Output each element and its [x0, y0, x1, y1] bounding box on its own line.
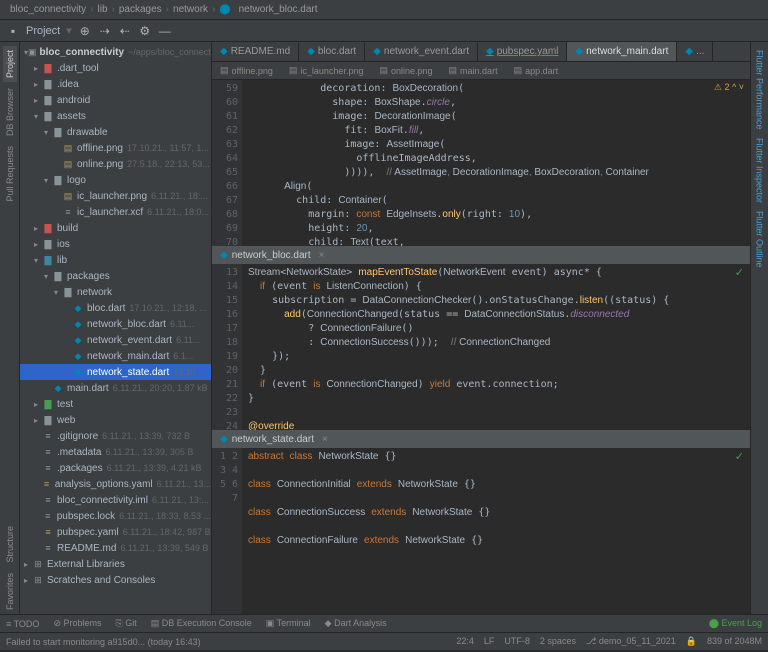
tree-item[interactable]: ◆main.dart6.11.21., 20:20, 1.87 kB [20, 380, 211, 396]
tree-item[interactable]: ▸▇.dart_tool [20, 60, 211, 76]
tree-item[interactable]: ▾▇network [20, 284, 211, 300]
project-panel: ▾▣bloc_connectivity~/apps/bloc_connectiv… [20, 42, 212, 614]
editor-tab[interactable]: ◆pubspec.yaml [478, 42, 567, 62]
code-pane-2[interactable]: Stream<NetworkState> mapEventToState(Net… [242, 264, 750, 430]
gutter-1: 59 60 61 62 63 64 65 66 67 68 69 70 71 [212, 80, 242, 246]
tree-item[interactable]: ≡pubspec.yaml6.11.21., 18:42, 987 B [20, 524, 211, 540]
tree-item[interactable]: ≡.metadata6.11.21., 13:39, 305 B [20, 444, 211, 460]
tree-item[interactable]: ▸▇build [20, 220, 211, 236]
editor-tab[interactable]: ◆network_main.dart [567, 42, 677, 62]
project-dropdown[interactable]: ▪ [6, 24, 20, 38]
event-log[interactable]: ⬤ Event Log [709, 618, 762, 629]
tree-item[interactable]: ≡ic_launcher.xcf6.11.21., 18:0... [20, 204, 211, 220]
project-toolbar: ▪ Project ▾ ⊕ ⇢ ⇠ ⚙ — [0, 20, 768, 42]
tab-db-browser[interactable]: DB Browser [3, 84, 17, 140]
tool-terminal[interactable]: ▣ Terminal [266, 618, 311, 629]
line-ending[interactable]: LF [484, 636, 495, 647]
tree-item[interactable]: ▾▇assets [20, 108, 211, 124]
tab-favorites[interactable]: Favorites [3, 569, 17, 614]
tree-item[interactable]: ◆network_event.dart6.11... [20, 332, 211, 348]
tree-item[interactable]: ▸▇test [20, 396, 211, 412]
right-sidebar: Flutter Performance Flutter Inspector Fl… [750, 42, 768, 614]
editor-tab[interactable]: ◆network_event.dart [365, 42, 478, 62]
tree-item[interactable]: ▸⊞External Libraries [20, 556, 211, 572]
tree-item[interactable]: ≡README.md6.11.21., 13:39, 549 B [20, 540, 211, 556]
editor-tabs[interactable]: ◆README.md◆bloc.dart◆network_event.dart◆… [212, 42, 750, 62]
encoding[interactable]: UTF-8 [504, 636, 530, 647]
settings-icon[interactable]: ⚙ [138, 24, 152, 38]
editor-subtab[interactable]: ▤main.dart [441, 65, 506, 76]
left-sidebar: Project DB Browser Pull Requests Structu… [0, 42, 20, 614]
expand-icon[interactable]: ⇢ [98, 24, 112, 38]
memory[interactable]: 839 of 2048M [707, 636, 762, 647]
select-opened-icon[interactable]: ⊕ [78, 24, 92, 38]
tree-item[interactable]: ▸▇ios [20, 236, 211, 252]
caret-pos[interactable]: 22:4 [456, 636, 474, 647]
status-bar: Failed to start monitoring a915d0... (to… [0, 632, 768, 650]
tab-flutter-outline[interactable]: Flutter Outline [753, 207, 767, 272]
tree-item[interactable]: ◆network_bloc.dart6.11... [20, 316, 211, 332]
tree-item[interactable]: ▾▇lib [20, 252, 211, 268]
status-message: Failed to start monitoring a915d0... (to… [6, 637, 201, 647]
split-tab-2[interactable]: ◆network_bloc.dart× [212, 246, 750, 264]
code-pane-3[interactable]: abstract class NetworkState {} class Con… [242, 448, 750, 614]
tree-item[interactable]: ◆network_main.dart6.1... [20, 348, 211, 364]
analysis-ok-icon: ✓ [735, 450, 744, 463]
gutter-2: 13 14 15 16 17 18 19 20 21 22 23 24 25 2… [212, 264, 242, 430]
editor-subtab[interactable]: ▤offline.png [212, 65, 281, 76]
split-tab-3[interactable]: ◆network_state.dart× [212, 430, 750, 448]
tree-item[interactable]: ▤online.png27.5.18., 22:13, 53... [20, 156, 211, 172]
warnings-badge[interactable]: ⚠ 2 ^ ˅ [714, 82, 744, 93]
tree-item[interactable]: ▤ic_launcher.png6.11.21., 18:... [20, 188, 211, 204]
tree-item[interactable]: ◆network_state.dart17.10... [20, 364, 211, 380]
project-label[interactable]: Project [26, 25, 60, 37]
tree-item[interactable]: ▾▇logo [20, 172, 211, 188]
editor-tab[interactable]: ◆bloc.dart [299, 42, 365, 62]
tab-project[interactable]: Project [3, 46, 17, 82]
tree-item[interactable]: ≡.gitignore6.11.21., 13:39, 732 B [20, 428, 211, 444]
code-pane-1[interactable]: decoration: BoxDecoration( shape: BoxSha… [242, 80, 750, 246]
tab-structure[interactable]: Structure [3, 522, 17, 567]
tree-item[interactable]: ▸▇.idea [20, 76, 211, 92]
tree-root[interactable]: ▾▣bloc_connectivity~/apps/bloc_connectiv… [20, 44, 211, 60]
tab-pull-requests[interactable]: Pull Requests [3, 142, 17, 206]
tool-todo[interactable]: ≡ TODO [6, 619, 39, 629]
indent[interactable]: 2 spaces [540, 636, 576, 647]
toolwindow-bar: ≡ TODO ⊘ Problems ⎘ Git ▤ DB Execution C… [0, 614, 768, 632]
tab-flutter-perf[interactable]: Flutter Performance [753, 46, 767, 134]
editor-area: ◆README.md◆bloc.dart◆network_event.dart◆… [212, 42, 750, 614]
tree-item[interactable]: ◆bloc.dart17.10.21., 12:18, ... [20, 300, 211, 316]
lock-icon[interactable]: 🔒 [686, 636, 697, 647]
hide-icon[interactable]: — [158, 24, 172, 38]
tree-item[interactable]: ≡bloc_connectivity.iml6.11.21., 13:... [20, 492, 211, 508]
tree-item[interactable]: ▾▇drawable [20, 124, 211, 140]
tree-item[interactable]: ▸▇android [20, 92, 211, 108]
editor-tab[interactable]: ◆... [677, 42, 713, 62]
tool-db[interactable]: ▤ DB Execution Console [151, 618, 252, 629]
tool-dart[interactable]: ◆ Dart Analysis [325, 618, 387, 629]
git-branch[interactable]: ⎇ demo_05_11_2021 [586, 636, 676, 647]
tool-problems[interactable]: ⊘ Problems [53, 618, 101, 629]
tree-item[interactable]: ▤offline.png17.10.21., 11:57, 1... [20, 140, 211, 156]
tool-git[interactable]: ⎘ Git [116, 618, 137, 629]
analysis-ok-icon: ✓ [735, 266, 744, 279]
tree-item[interactable]: ▾▇packages [20, 268, 211, 284]
tree-item[interactable]: ≡.packages6.11.21., 13:39, 4.21 kB [20, 460, 211, 476]
collapse-icon[interactable]: ⇠ [118, 24, 132, 38]
project-tree[interactable]: ▾▣bloc_connectivity~/apps/bloc_connectiv… [20, 42, 211, 614]
tab-flutter-inspector[interactable]: Flutter Inspector [753, 134, 767, 207]
editor-subtab[interactable]: ▤online.png [371, 65, 440, 76]
tree-item[interactable]: ▸⊞Scratches and Consoles [20, 572, 211, 588]
breadcrumb-bar: bloc_connectivity› lib› packages› networ… [0, 0, 768, 20]
editor-tab[interactable]: ◆README.md [212, 42, 299, 62]
tree-item[interactable]: ≡pubspec.lock6.11.21., 18:33, 8.53 ... [20, 508, 211, 524]
editor-subtabs[interactable]: ▤offline.png▤ic_launcher.png▤online.png▤… [212, 62, 750, 80]
editor-subtab[interactable]: ▤app.dart [506, 65, 567, 76]
tree-item[interactable]: ≡analysis_options.yaml6.11.21., 13... [20, 476, 211, 492]
editor-subtab[interactable]: ▤ic_launcher.png [281, 65, 372, 76]
gutter-3: 1 2 3 4 5 6 7 [212, 448, 242, 614]
tree-item[interactable]: ▸▇web [20, 412, 211, 428]
